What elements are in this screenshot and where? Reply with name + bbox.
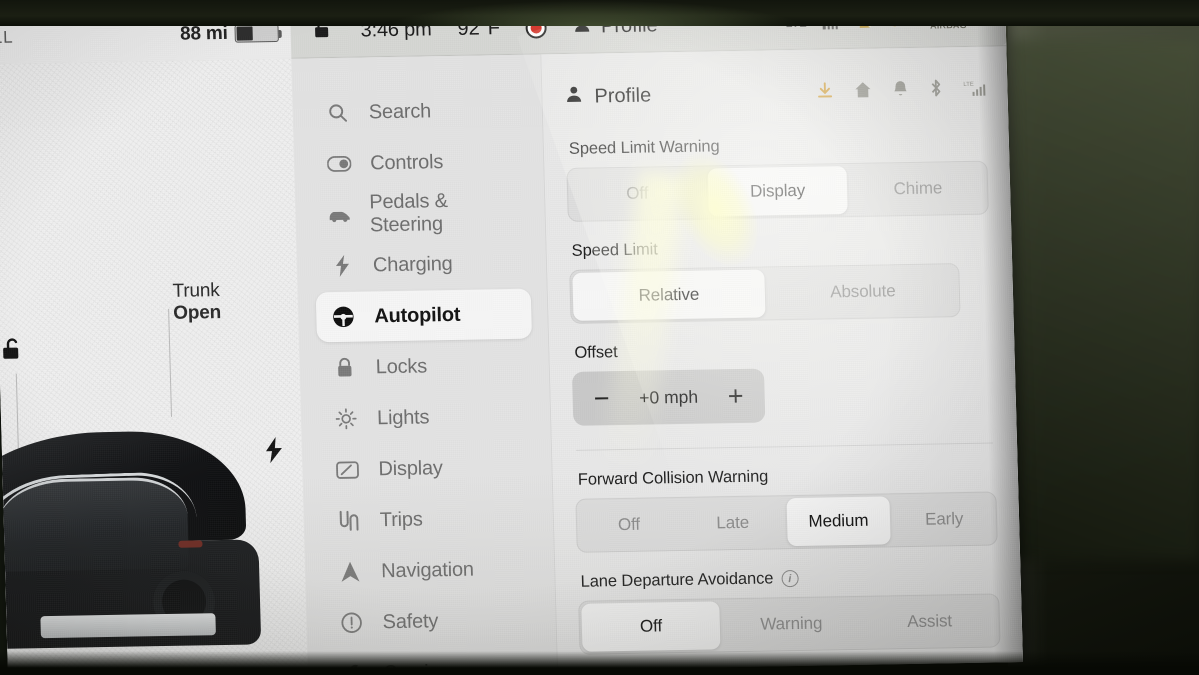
setting-label-row: Lane Departure Avoidance i (580, 565, 998, 591)
trunk-status-line-2: Open (172, 301, 222, 324)
steering-wheel-icon (330, 305, 357, 329)
car-taillight (178, 540, 203, 548)
car-visualization-pane[interactable]: Trunk Open (0, 58, 309, 675)
sidebar-item-label: Charging (372, 252, 453, 276)
setting-label: Forward Collision Warning (577, 467, 769, 489)
sidebar-item-charging[interactable]: Charging (314, 238, 530, 292)
touchscreen-wrapper: LL 88 mi 3:46 pm 92°F Trunk Open Search … (0, 0, 1023, 675)
segment-option-assist[interactable]: Assist (860, 594, 1000, 648)
sidebar-item-label: Pedals & Steering (369, 190, 449, 237)
segment-option-medium[interactable]: Medium (785, 496, 891, 547)
sidebar-item-label: Locks (375, 354, 428, 378)
sidebar-item-label: Lights (376, 405, 430, 429)
increment-button[interactable]: + (722, 380, 749, 410)
person-icon (564, 84, 584, 109)
svg-text:LTE: LTE (963, 81, 974, 87)
open-padlock-icon[interactable] (1, 335, 28, 368)
segment-option-chime[interactable]: Chime (848, 162, 988, 216)
trunk-status-line-1: Trunk (172, 280, 220, 302)
setting-offset: Offset − +0 mph + (571, 337, 994, 426)
segment-option-display[interactable]: Display (707, 166, 848, 217)
segment-option-absolute[interactable]: Absolute (766, 264, 959, 319)
status-left-text: LL (0, 27, 14, 47)
bluetooth-icon[interactable] (929, 78, 943, 102)
sidebar-item-safety[interactable]: Safety (324, 594, 540, 648)
decrement-button[interactable]: − (588, 383, 615, 413)
lte-signal-icon[interactable]: LTE (963, 78, 986, 101)
sidebar-item-lights[interactable]: Lights (318, 391, 534, 445)
segment-option-warning[interactable]: Warning (721, 597, 861, 651)
content-header: Profile LTE (564, 73, 986, 114)
sidebar-item-label: Search (368, 99, 432, 123)
setting-lane-departure-avoidance: Lane Departure Avoidance i Off Warning A… (577, 565, 1001, 655)
search-icon (325, 103, 352, 123)
segmented-control-speed-limit-warning[interactable]: Off Display Chime (566, 160, 989, 222)
screen-icon (334, 460, 361, 479)
content-header-icons: LTE (816, 78, 986, 105)
sun-lights-icon (333, 408, 360, 430)
content-profile-chip[interactable]: Profile (564, 83, 651, 110)
sidebar-item-label: Safety (382, 609, 439, 633)
sidebar-item-autopilot[interactable]: Autopilot (315, 288, 533, 343)
sidebar-item-label: Autopilot (374, 303, 461, 327)
car-icon (327, 207, 351, 223)
trunk-status-label: Trunk Open (172, 280, 221, 325)
settings-panel: Search Controls Pedals & Steering Chargi… (291, 46, 1023, 675)
sidebar-item-trips[interactable]: Trips (321, 493, 537, 547)
setting-speed-limit: Speed Limit Relative Absolute (568, 235, 991, 324)
bell-icon[interactable] (892, 79, 909, 102)
sidebar-item-controls[interactable]: Controls (312, 136, 528, 190)
segmented-control-lane-departure-avoidance[interactable]: Off Warning Assist (578, 593, 1001, 655)
car-door-sill (40, 613, 216, 639)
sidebar-item-label: Display (378, 456, 443, 480)
setting-forward-collision-warning: Forward Collision Warning Off Late Mediu… (575, 463, 998, 553)
sidebar-item-navigation[interactable]: Navigation (323, 543, 539, 597)
sidebar-item-label: Navigation (380, 558, 475, 582)
segment-option-off[interactable]: Off (576, 498, 681, 552)
segment-option-off[interactable]: Off (581, 601, 721, 652)
software-update-download-icon[interactable] (816, 81, 834, 104)
home-icon[interactable] (854, 80, 872, 103)
info-icon[interactable]: i (781, 569, 799, 588)
tesla-touchscreen: LL 88 mi 3:46 pm 92°F Trunk Open Search … (0, 0, 1023, 675)
segment-option-late[interactable]: Late (680, 496, 785, 550)
sidebar-item-label: Controls (369, 150, 444, 174)
window-glass-backdrop (1010, 40, 1199, 560)
sidebar-item-locks[interactable]: Locks (317, 340, 533, 394)
navigation-arrow-icon (337, 561, 364, 583)
stepper-offset[interactable]: − +0 mph + (571, 368, 766, 426)
autopilot-settings-content: Profile LTE Speed Limit Warning Off Disp… (541, 46, 1023, 675)
vehicle-render[interactable] (0, 419, 279, 655)
sidebar-item-search[interactable]: Search (310, 85, 526, 139)
segment-option-early[interactable]: Early (892, 493, 997, 547)
padlock-icon (331, 357, 358, 379)
sidebar-item-pedals-and-steering[interactable]: Pedals & Steering (313, 187, 529, 241)
setting-label: Lane Departure Avoidance (580, 569, 774, 591)
setting-label: Speed Limit (571, 240, 658, 260)
setting-speed-limit-warning: Speed Limit Warning Off Display Chime (566, 133, 989, 222)
segment-option-relative[interactable]: Relative (572, 269, 766, 321)
sidebar-item-label: Trips (379, 508, 423, 531)
offset-value: +0 mph (638, 386, 699, 408)
setting-label: Offset (574, 343, 618, 362)
segmented-control-speed-limit[interactable]: Relative Absolute (569, 263, 961, 324)
warning-circle-icon (338, 612, 365, 634)
lightning-bolt-icon (329, 254, 356, 277)
settings-sidebar: Search Controls Pedals & Steering Chargi… (291, 54, 559, 675)
segment-option-off[interactable]: Off (567, 167, 707, 221)
dashboard-top-strip (0, 0, 1199, 26)
toggle-switch-icon (326, 155, 352, 172)
photo-scene: LL 88 mi 3:46 pm 92°F Trunk Open Search … (0, 0, 1199, 675)
car-chrome-trim (0, 470, 200, 587)
content-profile-label: Profile (594, 83, 652, 107)
winding-road-icon (336, 510, 363, 532)
segmented-control-forward-collision-warning[interactable]: Off Late Medium Early (575, 491, 998, 553)
battery-icon (234, 23, 279, 43)
section-divider (576, 442, 994, 451)
sidebar-item-display[interactable]: Display (320, 442, 536, 496)
setting-label: Speed Limit Warning (568, 137, 720, 158)
dashboard-bottom-shadow (0, 651, 1199, 675)
